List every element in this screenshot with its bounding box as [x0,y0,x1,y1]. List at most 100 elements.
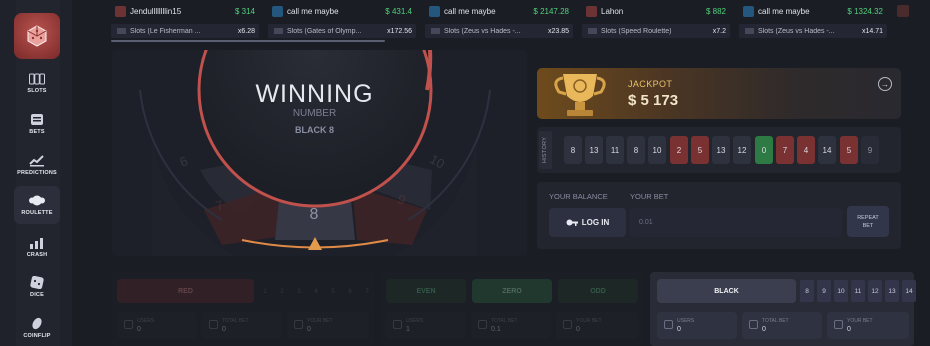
number-cell: 1 [263,287,267,295]
sidebar-item-coinflip[interactable]: COINFLIP [14,309,60,346]
total-bet-stat: TOTAL BET 0.1 [471,312,551,339]
ticker-username: call me maybe [287,6,339,16]
slot-game-icon [431,28,440,34]
repeat-bet-button[interactable]: REPEAT BET [847,206,889,237]
users-icon [393,320,402,329]
slot-game-icon [588,28,597,34]
roulette-wheel-panel: WINNING NUMBER BLACK 8 8 6 7 9 10 [112,50,527,256]
jackpot-label: JACKPOT [628,79,673,89]
ticker-game: Slots (Le Fisherman ... [130,27,201,35]
bet-red-button[interactable]: RED [117,279,254,303]
ticker-username: call me maybe [758,6,810,16]
stat-label: USERS [406,318,424,324]
coins-icon [209,320,218,329]
slot-game-icon [117,28,126,34]
ticker-username: Lahon [601,6,624,16]
avatar [743,5,754,17]
crash-icon [29,236,45,249]
ticker-amount: $ 431.4 [385,6,412,16]
avatar [115,5,126,17]
history-cell: 7 [776,136,794,164]
stat-value: 1 [406,326,410,333]
history-cell: 10 [648,136,666,164]
ticker-multiplier: x7.2 [712,27,726,35]
slot-game-icon [274,28,283,34]
users-stat: USERS 1 [386,312,466,339]
ticker-item[interactable]: Jendullllllllin15 $ 314 Slots (Le Fisherm… [107,0,259,42]
wallet-icon [834,320,843,329]
coins-icon [749,320,758,329]
balance-label: YOUR BALANCE [549,192,608,201]
ticker-amount: $ 1324.32 [847,6,883,16]
sidebar-item-label: BETS [29,129,45,135]
login-label: LOG IN [581,218,610,227]
avatar [586,5,597,17]
history-cell: 9 [861,136,879,164]
sidebar-item-crash[interactable]: CRASH [14,228,60,266]
history-cell: 14 [818,136,836,164]
your-bet-stat: YOUR BET 0 [556,312,638,339]
ticker-amount: $ 314 [234,6,255,16]
sidebar-item-slots[interactable]: SLOTS [14,64,60,102]
bet-controls: YOUR BALANCE YOUR BET LOG IN 0.01 REPEAT… [537,182,901,249]
bet-amount-input[interactable]: 0.01 [629,208,842,237]
ticker-amount: $ 2147.28 [533,6,569,16]
bet-black-button[interactable]: BLACK [657,279,796,303]
sidebar-item-roulette[interactable]: ROULETTE [14,186,60,224]
history-cell: 11 [606,136,624,164]
black-bet-panel: BLACK 8 9 10 11 12 13 14 USERS 0 TOTAL BE… [650,272,916,346]
trophy-icon [554,74,606,116]
ticker-item[interactable]: Lahon $ 882 Slots (Speed Roulette) x7.2 [578,0,730,42]
sidebar-item-dice[interactable]: DICE [14,268,60,306]
number-cell[interactable]: 10 [834,280,848,302]
winning-result: BLACK 8 [294,125,334,135]
users-stat: USERS 0 [657,312,737,339]
ticker-username: Jendullllllllin15 [130,6,182,16]
ticker-game: Slots (Zeus vs Hades -... [444,27,521,35]
sidebar-item-predictions[interactable]: PREDICTIONS [14,146,60,184]
number-cell[interactable]: 8 [800,280,814,302]
history-cell: 5 [691,136,709,164]
history-cell: 2 [670,136,688,164]
ticker-overflow-avatar [897,5,909,17]
your-bet-label: YOUR BET [630,192,669,201]
history-cell: 13 [585,136,603,164]
history-cell: 8 [627,136,645,164]
bet-odd-button[interactable]: ODD [558,279,638,303]
users-icon [664,320,673,329]
ticker-item[interactable]: call me maybe $ 1324.32 Slots (Zeus vs Ha… [735,0,887,42]
stat-label: YOUR BET [576,318,602,324]
bet-zero-button[interactable]: ZERO [472,279,552,303]
stat-value: 0 [762,326,766,333]
number-cell[interactable]: 11 [851,280,865,302]
logo-dice-icon[interactable] [14,13,60,59]
ticker-item[interactable]: call me maybe $ 2147.28 Slots (Zeus vs Ha… [421,0,573,42]
jackpot-banner[interactable]: JACKPOT $ 5 173 → [537,68,901,119]
jackpot-amount: $ 5 173 [628,92,679,109]
red-numbers: 1 2 3 4 5 6 7 [258,280,374,302]
wheel-pointer-number: 8 [309,206,319,223]
login-button[interactable]: LOG IN [549,208,626,237]
history-cell: 13 [712,136,730,164]
number-cell[interactable]: 9 [817,280,831,302]
winning-title: WINNING [255,80,374,108]
stat-value: 0 [307,326,311,333]
number-cell[interactable]: 14 [902,280,916,302]
bet-even-button[interactable]: EVEN [386,279,466,303]
sidebar-item-bets[interactable]: BETS [14,105,60,143]
number-cell: 5 [331,287,335,295]
ticker-game: Slots (Gates of Olymp... [287,27,362,35]
history-cell: 5 [840,136,858,164]
number-cell[interactable]: 12 [868,280,882,302]
arrow-right-icon[interactable]: → [878,77,892,91]
users-stat: USERS 0 [117,312,197,339]
repeat-label-line2: BET [862,222,874,229]
stat-value: 0 [576,326,580,333]
stat-label: YOUR BET [847,318,873,324]
dice-icon [29,276,45,289]
number-cell[interactable]: 13 [885,280,899,302]
ticker-multiplier: x23.85 [547,27,569,35]
ticker-scrollbar[interactable] [111,40,385,42]
black-numbers: 8 9 10 11 12 13 14 [800,280,916,302]
ticker-item[interactable]: call me maybe $ 431.4 Slots (Gates of Oly… [264,0,416,42]
